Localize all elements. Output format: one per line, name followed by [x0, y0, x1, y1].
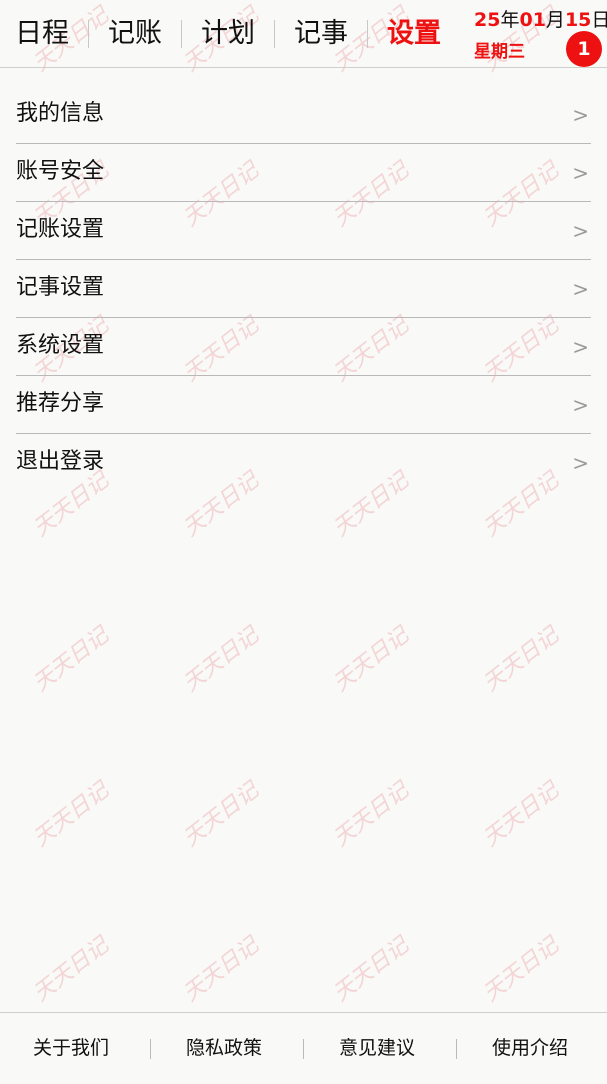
chevron-right-icon: > — [572, 277, 589, 301]
watermark-mark: 天天日记 — [179, 622, 265, 697]
tab-divider — [88, 19, 89, 48]
footer-link-about-us[interactable]: 关于我们 — [33, 1035, 109, 1061]
main-tabs: 日程 记账 计划 记事 设置 — [0, 0, 441, 67]
tab-divider — [181, 19, 182, 48]
watermark-mark: 天天日记 — [29, 622, 115, 697]
menu-item-label: 记事设置 — [16, 275, 105, 300]
menu-item-accounting-settings[interactable]: 记账设置 > — [16, 202, 591, 260]
watermark-mark: 天天日记 — [179, 932, 265, 1007]
weekday-label: 星期三 — [474, 42, 525, 62]
watermark-mark: 天天日记 — [329, 622, 415, 697]
menu-item-label: 账号安全 — [16, 159, 105, 184]
menu-item-label: 我的信息 — [16, 101, 105, 126]
footer-link-feedback[interactable]: 意见建议 — [339, 1035, 415, 1061]
watermark-mark: 天天日记 — [479, 777, 565, 852]
watermark-mark: 天天日记 — [329, 777, 415, 852]
footer-divider — [150, 1039, 151, 1059]
footer-link-user-guide[interactable]: 使用介绍 — [492, 1035, 568, 1061]
menu-item-logout[interactable]: 退出登录 > — [16, 434, 591, 491]
date-month-unit: 月 — [545, 9, 565, 31]
date-text: 25年01月15日 — [474, 5, 607, 32]
date-month: 01 — [519, 9, 546, 31]
chevron-right-icon: > — [572, 335, 589, 359]
watermark-mark: 天天日记 — [479, 932, 565, 1007]
chevron-right-icon: > — [572, 393, 589, 417]
settings-menu: 我的信息 > 账号安全 > 记账设置 > 记事设置 > 系统设置 > 推荐分享 … — [0, 86, 607, 491]
menu-item-label: 退出登录 — [16, 449, 105, 474]
tab-accounting[interactable]: 记账 — [108, 0, 162, 67]
menu-item-account-security[interactable]: 账号安全 > — [16, 144, 591, 202]
notification-badge[interactable]: 1 — [566, 31, 602, 67]
menu-item-label: 系统设置 — [16, 333, 105, 358]
footer-divider — [456, 1039, 457, 1059]
watermark-mark: 天天日记 — [179, 777, 265, 852]
menu-item-label: 记账设置 — [16, 217, 105, 242]
menu-item-system-settings[interactable]: 系统设置 > — [16, 318, 591, 376]
chevron-right-icon: > — [572, 161, 589, 185]
menu-item-label: 推荐分享 — [16, 391, 105, 416]
chevron-right-icon: > — [572, 103, 589, 127]
watermark-mark: 天天日记 — [329, 932, 415, 1007]
tab-settings[interactable]: 设置 — [387, 0, 441, 67]
watermark-mark: 天天日记 — [29, 777, 115, 852]
date-year: 25 — [474, 9, 501, 31]
tab-plan[interactable]: 计划 — [201, 0, 255, 67]
date-display[interactable]: 25年01月15日 星期三 1 — [474, 3, 607, 67]
watermark-mark: 天天日记 — [479, 622, 565, 697]
tab-notes[interactable]: 记事 — [294, 0, 348, 67]
watermark-mark: 天天日记 — [29, 932, 115, 1007]
menu-item-my-info[interactable]: 我的信息 > — [16, 86, 591, 144]
tab-divider — [367, 19, 368, 48]
menu-item-notes-settings[interactable]: 记事设置 > — [16, 260, 591, 318]
bottom-footer: 关于我们 隐私政策 意见建议 使用介绍 — [0, 1012, 607, 1081]
tab-divider — [274, 19, 275, 48]
tab-schedule[interactable]: 日程 — [15, 0, 69, 67]
top-header: 日程 记账 计划 记事 设置 25年01月15日 星期三 1 — [0, 0, 607, 68]
date-year-unit: 年 — [500, 9, 520, 31]
footer-divider — [303, 1039, 304, 1059]
menu-item-recommend-share[interactable]: 推荐分享 > — [16, 376, 591, 434]
date-day: 15 — [564, 9, 592, 31]
chevron-right-icon: > — [572, 451, 589, 475]
footer-link-privacy-policy[interactable]: 隐私政策 — [186, 1035, 262, 1061]
chevron-right-icon: > — [572, 219, 589, 243]
date-day-unit: 日 — [591, 9, 607, 31]
